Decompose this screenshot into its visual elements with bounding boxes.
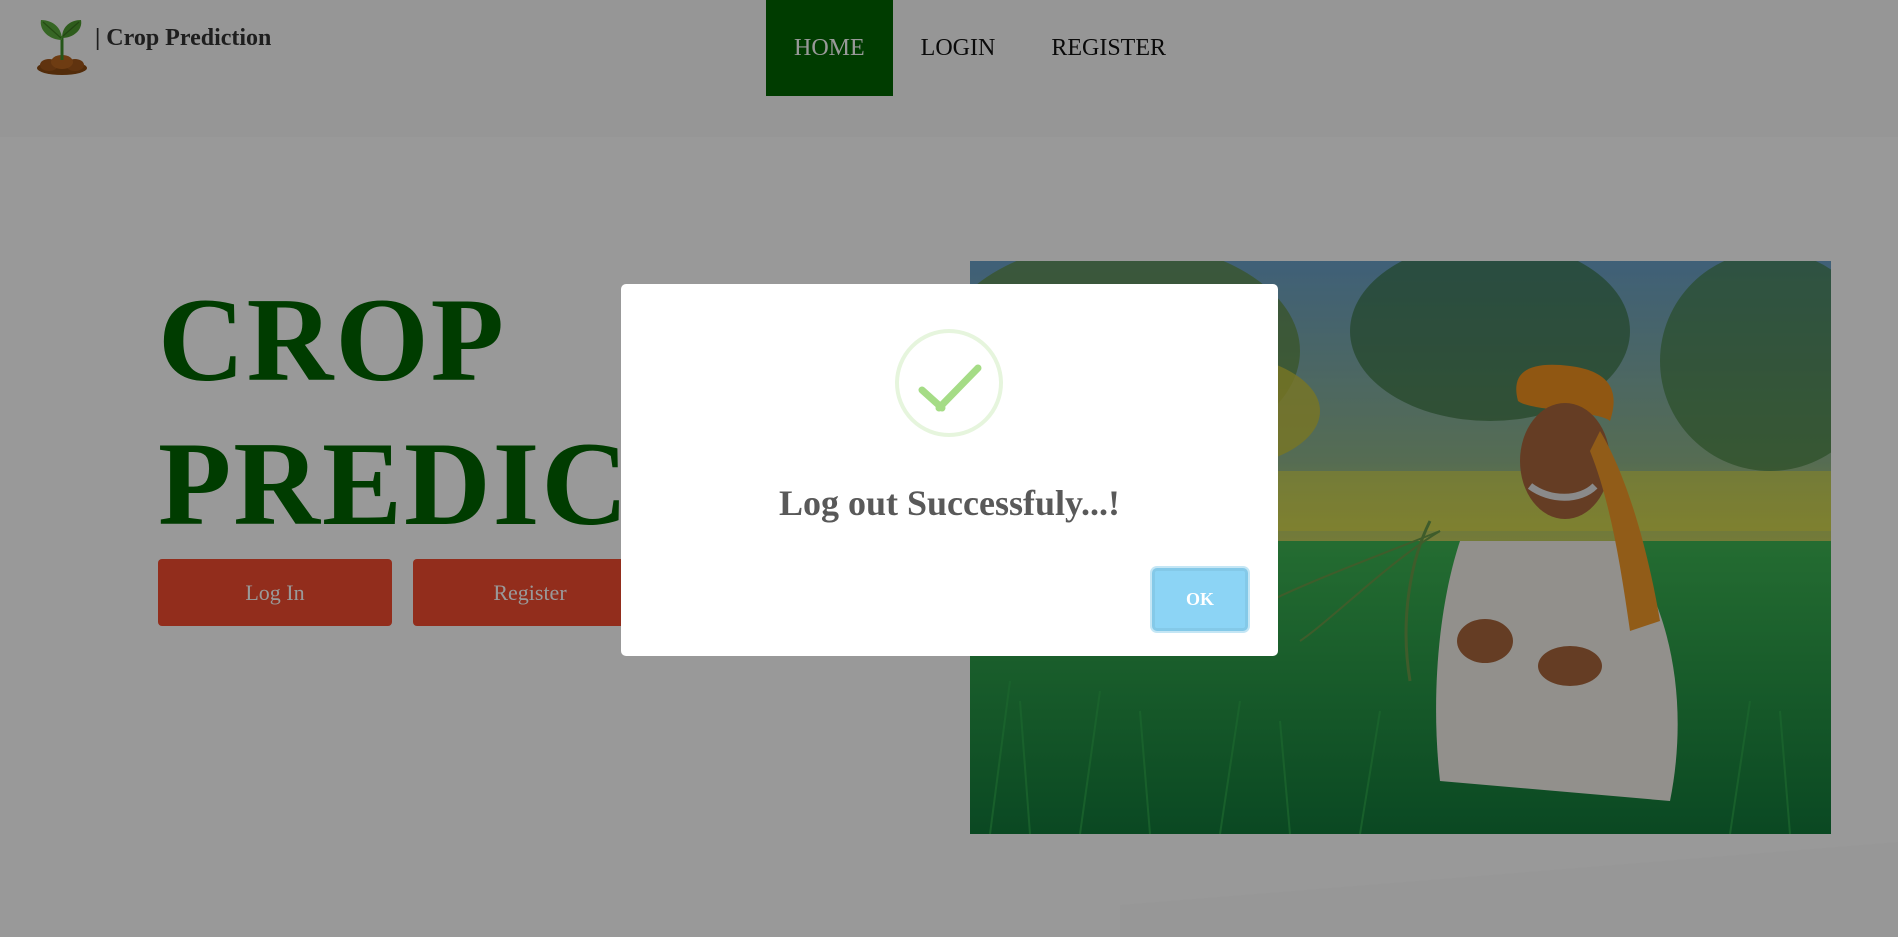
dialog-message: Log out Successfuly...! xyxy=(778,483,1121,523)
success-check-icon xyxy=(895,329,1003,437)
logout-success-dialog: Log out Successfuly...! OK xyxy=(621,284,1278,656)
ok-button[interactable]: OK xyxy=(1152,568,1248,631)
